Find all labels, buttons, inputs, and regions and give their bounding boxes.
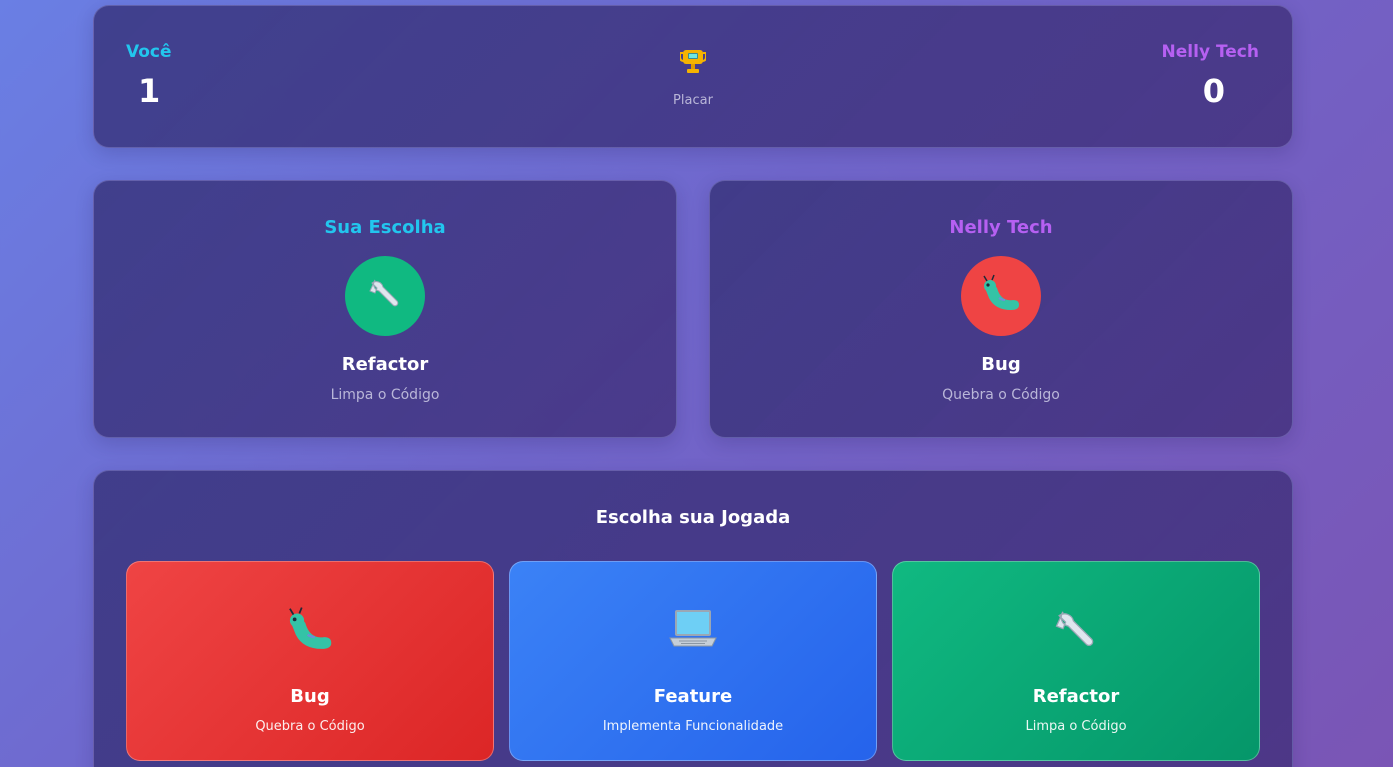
- scoreboard-title: Placar: [673, 93, 713, 108]
- moves-panel: Escolha sua Jogada Bug Quebra o Código F…: [93, 470, 1293, 767]
- player-choice-circle: [345, 256, 425, 336]
- scoreboard-panel: Você 1 Placar Nelly Tech 0: [93, 5, 1293, 148]
- wrench-icon: [365, 274, 405, 318]
- scoreboard-center: Placar: [94, 48, 1292, 108]
- player-choice-title: Sua Escolha: [324, 217, 446, 238]
- refactor-move-button[interactable]: Refactor Limpa o Código: [892, 561, 1260, 761]
- bug-icon: [979, 274, 1023, 318]
- feature-move-name: Feature: [653, 686, 733, 707]
- player-choice-name: Refactor: [341, 354, 429, 375]
- bug-move-name: Bug: [290, 686, 330, 707]
- cpu-choice-circle: [961, 256, 1041, 336]
- cpu-choice-panel: Nelly Tech Bug Quebra o Código: [709, 180, 1293, 438]
- cpu-choice-name: Bug: [981, 354, 1021, 375]
- moves-title: Escolha sua Jogada: [595, 507, 791, 528]
- bug-move-description: Quebra o Código: [255, 719, 365, 734]
- refactor-move-description: Limpa o Código: [1025, 719, 1127, 734]
- cpu-score-label: Nelly Tech: [1161, 42, 1259, 62]
- feature-move-description: Implementa Funcionalidade: [602, 719, 784, 734]
- cpu-score-value: 0: [1202, 72, 1225, 110]
- trophy-icon: [679, 48, 707, 78]
- cpu-score-block: Nelly Tech 0: [1162, 42, 1259, 110]
- bug-icon: [284, 604, 336, 656]
- feature-move-button[interactable]: Feature Implementa Funcionalidade: [509, 561, 877, 761]
- cpu-choice-description: Quebra o Código: [942, 387, 1060, 403]
- cpu-choice-title: Nelly Tech: [949, 217, 1053, 238]
- wrench-icon: [1050, 604, 1102, 656]
- player-choice-description: Limpa o Código: [330, 387, 440, 403]
- laptop-icon: [667, 604, 719, 656]
- bug-move-button[interactable]: Bug Quebra o Código: [126, 561, 494, 761]
- player-choice-panel: Sua Escolha Refactor Limpa o Código: [93, 180, 677, 438]
- refactor-move-name: Refactor: [1032, 686, 1120, 707]
